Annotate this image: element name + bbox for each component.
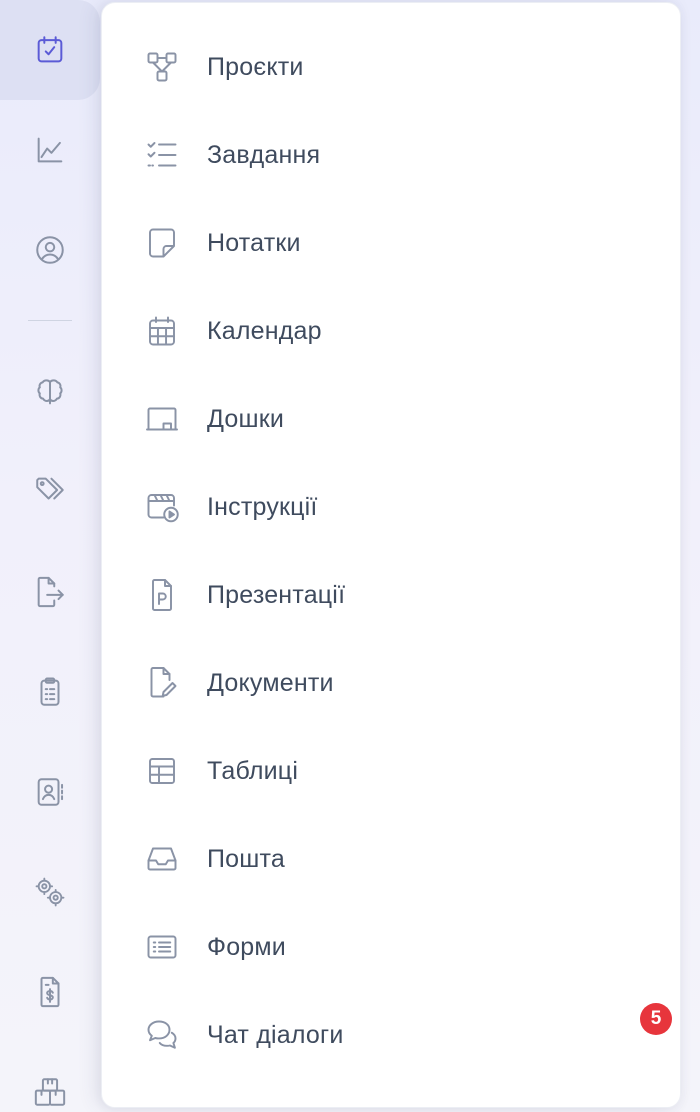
calendar-icon bbox=[144, 313, 180, 349]
tasks-icon bbox=[144, 137, 180, 173]
chat-unread-badge: 5 bbox=[640, 1003, 672, 1035]
boxes-icon bbox=[34, 1078, 66, 1106]
menu-item-mail[interactable]: Пошта bbox=[102, 815, 682, 903]
menu-item-calendar[interactable]: Календар bbox=[102, 287, 682, 375]
table-icon bbox=[144, 753, 180, 789]
menu-item-presentations[interactable]: Презентації bbox=[102, 551, 682, 639]
menu-item-tasks[interactable]: Завдання bbox=[102, 111, 682, 199]
menu-item-label: Таблиці bbox=[207, 756, 299, 785]
rail-ai[interactable] bbox=[0, 342, 100, 442]
clipboard-list-icon bbox=[40, 677, 60, 706]
calendar-check-icon bbox=[37, 36, 63, 63]
gears-icon bbox=[35, 877, 65, 907]
rail-warehouse[interactable] bbox=[0, 1042, 100, 1112]
brain-icon bbox=[37, 379, 63, 405]
menu-item-label: Календар bbox=[207, 316, 322, 345]
rail-export[interactable] bbox=[0, 542, 100, 642]
note-icon bbox=[144, 225, 180, 261]
menu-item-label: Інструкції bbox=[207, 492, 318, 521]
rail-tags[interactable] bbox=[0, 440, 100, 540]
menu-item-label: Завдання bbox=[207, 140, 321, 169]
rail-contacts[interactable] bbox=[0, 742, 100, 842]
rail-settings[interactable] bbox=[0, 842, 100, 942]
document-edit-icon bbox=[144, 665, 180, 701]
rail-tasks-calendar[interactable] bbox=[0, 0, 100, 100]
user-circle-icon bbox=[36, 236, 64, 264]
menu-item-label: Проєкти bbox=[207, 52, 304, 81]
menu-item-projects[interactable]: Проєкти bbox=[102, 23, 682, 111]
rail-analytics[interactable] bbox=[0, 100, 100, 200]
board-icon bbox=[144, 401, 180, 437]
rail-divider bbox=[28, 320, 72, 321]
tags-icon bbox=[36, 477, 64, 500]
invoice-dollar-icon bbox=[40, 976, 60, 1008]
menu-item-label: Пошта bbox=[207, 844, 286, 873]
menu-item-forms[interactable]: Форми bbox=[102, 903, 682, 991]
rail-clipboard[interactable] bbox=[0, 642, 100, 742]
menu-item-label: Дошки bbox=[207, 404, 285, 433]
menu-item-tables[interactable]: Таблиці bbox=[102, 727, 682, 815]
line-chart-icon bbox=[37, 137, 63, 163]
projects-icon bbox=[144, 49, 180, 85]
inbox-icon bbox=[144, 841, 180, 877]
menu-item-boards[interactable]: Дошки bbox=[102, 375, 682, 463]
apps-menu-panel: Проєкти Завдання Нотатки Календар Дошки … bbox=[101, 2, 681, 1108]
menu-item-label: Форми bbox=[207, 932, 286, 961]
contacts-book-icon bbox=[37, 778, 64, 806]
left-rail bbox=[0, 0, 100, 1112]
menu-item-chat[interactable]: Чат діалоги bbox=[102, 991, 682, 1079]
menu-item-notes[interactable]: Нотатки bbox=[102, 199, 682, 287]
chat-icon bbox=[144, 1017, 180, 1053]
menu-item-instructions[interactable]: Інструкції bbox=[102, 463, 682, 551]
presentation-file-icon bbox=[144, 577, 180, 613]
form-icon bbox=[144, 929, 180, 965]
file-export-icon bbox=[37, 576, 64, 608]
menu-item-label: Документи bbox=[207, 668, 334, 697]
menu-item-label: Нотатки bbox=[207, 228, 301, 257]
menu-item-label: Чат діалоги bbox=[207, 1020, 344, 1049]
rail-profile[interactable] bbox=[0, 200, 100, 300]
menu-item-label: Презентації bbox=[207, 580, 346, 609]
video-instructions-icon bbox=[144, 489, 180, 525]
rail-invoices[interactable] bbox=[0, 942, 100, 1042]
menu-item-documents[interactable]: Документи bbox=[102, 639, 682, 727]
